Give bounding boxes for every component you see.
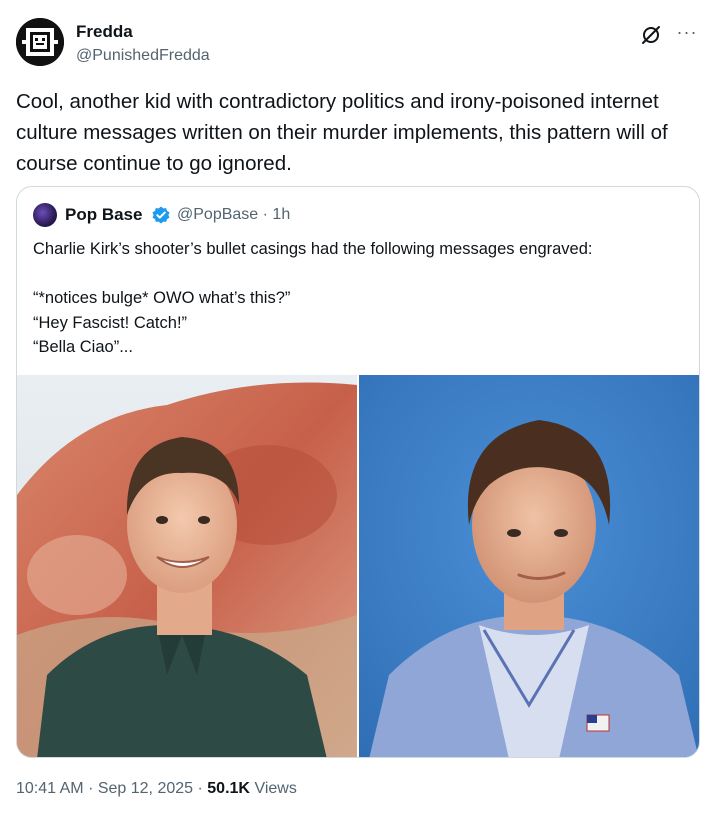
views-label: Views <box>254 780 297 797</box>
quote-text: Charlie Kirk’s shooter’s bullet casings … <box>33 240 593 356</box>
more-options-icon[interactable]: ··· <box>674 22 700 46</box>
views-count[interactable]: 50.1K <box>207 780 250 797</box>
tweet-date[interactable]: Sep 12, 2025 <box>98 780 193 797</box>
quote-author-handle[interactable]: @PopBase <box>177 206 258 223</box>
author-handle[interactable]: @PunishedFredda <box>76 47 210 65</box>
photo-young-man-outdoor[interactable] <box>17 375 357 757</box>
quote-media[interactable] <box>17 375 699 757</box>
tweet-header: Fredda @PunishedFredda ··· <box>16 14 700 70</box>
meta-separator: · <box>88 780 94 797</box>
verified-badge-icon <box>151 205 171 225</box>
quote-author-avatar[interactable] <box>33 203 57 227</box>
photo-man-blue-blazer[interactable] <box>359 375 699 757</box>
quoted-tweet[interactable]: Pop Base @PopBase · 1h Charlie Kirk’s sh… <box>16 186 700 758</box>
grok-icon[interactable] <box>640 24 662 46</box>
tweet-text: Cool, another kid with contradictory pol… <box>16 90 668 175</box>
tweet-meta: 10:41 AM · Sep 12, 2025 · 50.1K Views <box>16 780 297 798</box>
quote-time[interactable]: 1h <box>272 206 290 223</box>
quote-separator: · <box>262 206 268 223</box>
author-avatar[interactable] <box>16 18 64 66</box>
tweet-time[interactable]: 10:41 AM <box>16 780 84 797</box>
quote-meta[interactable]: @PopBase · 1h <box>177 206 290 224</box>
quote-author-name[interactable]: Pop Base <box>65 205 142 225</box>
meta-separator: · <box>197 780 203 797</box>
author-name[interactable]: Fredda <box>76 22 133 42</box>
